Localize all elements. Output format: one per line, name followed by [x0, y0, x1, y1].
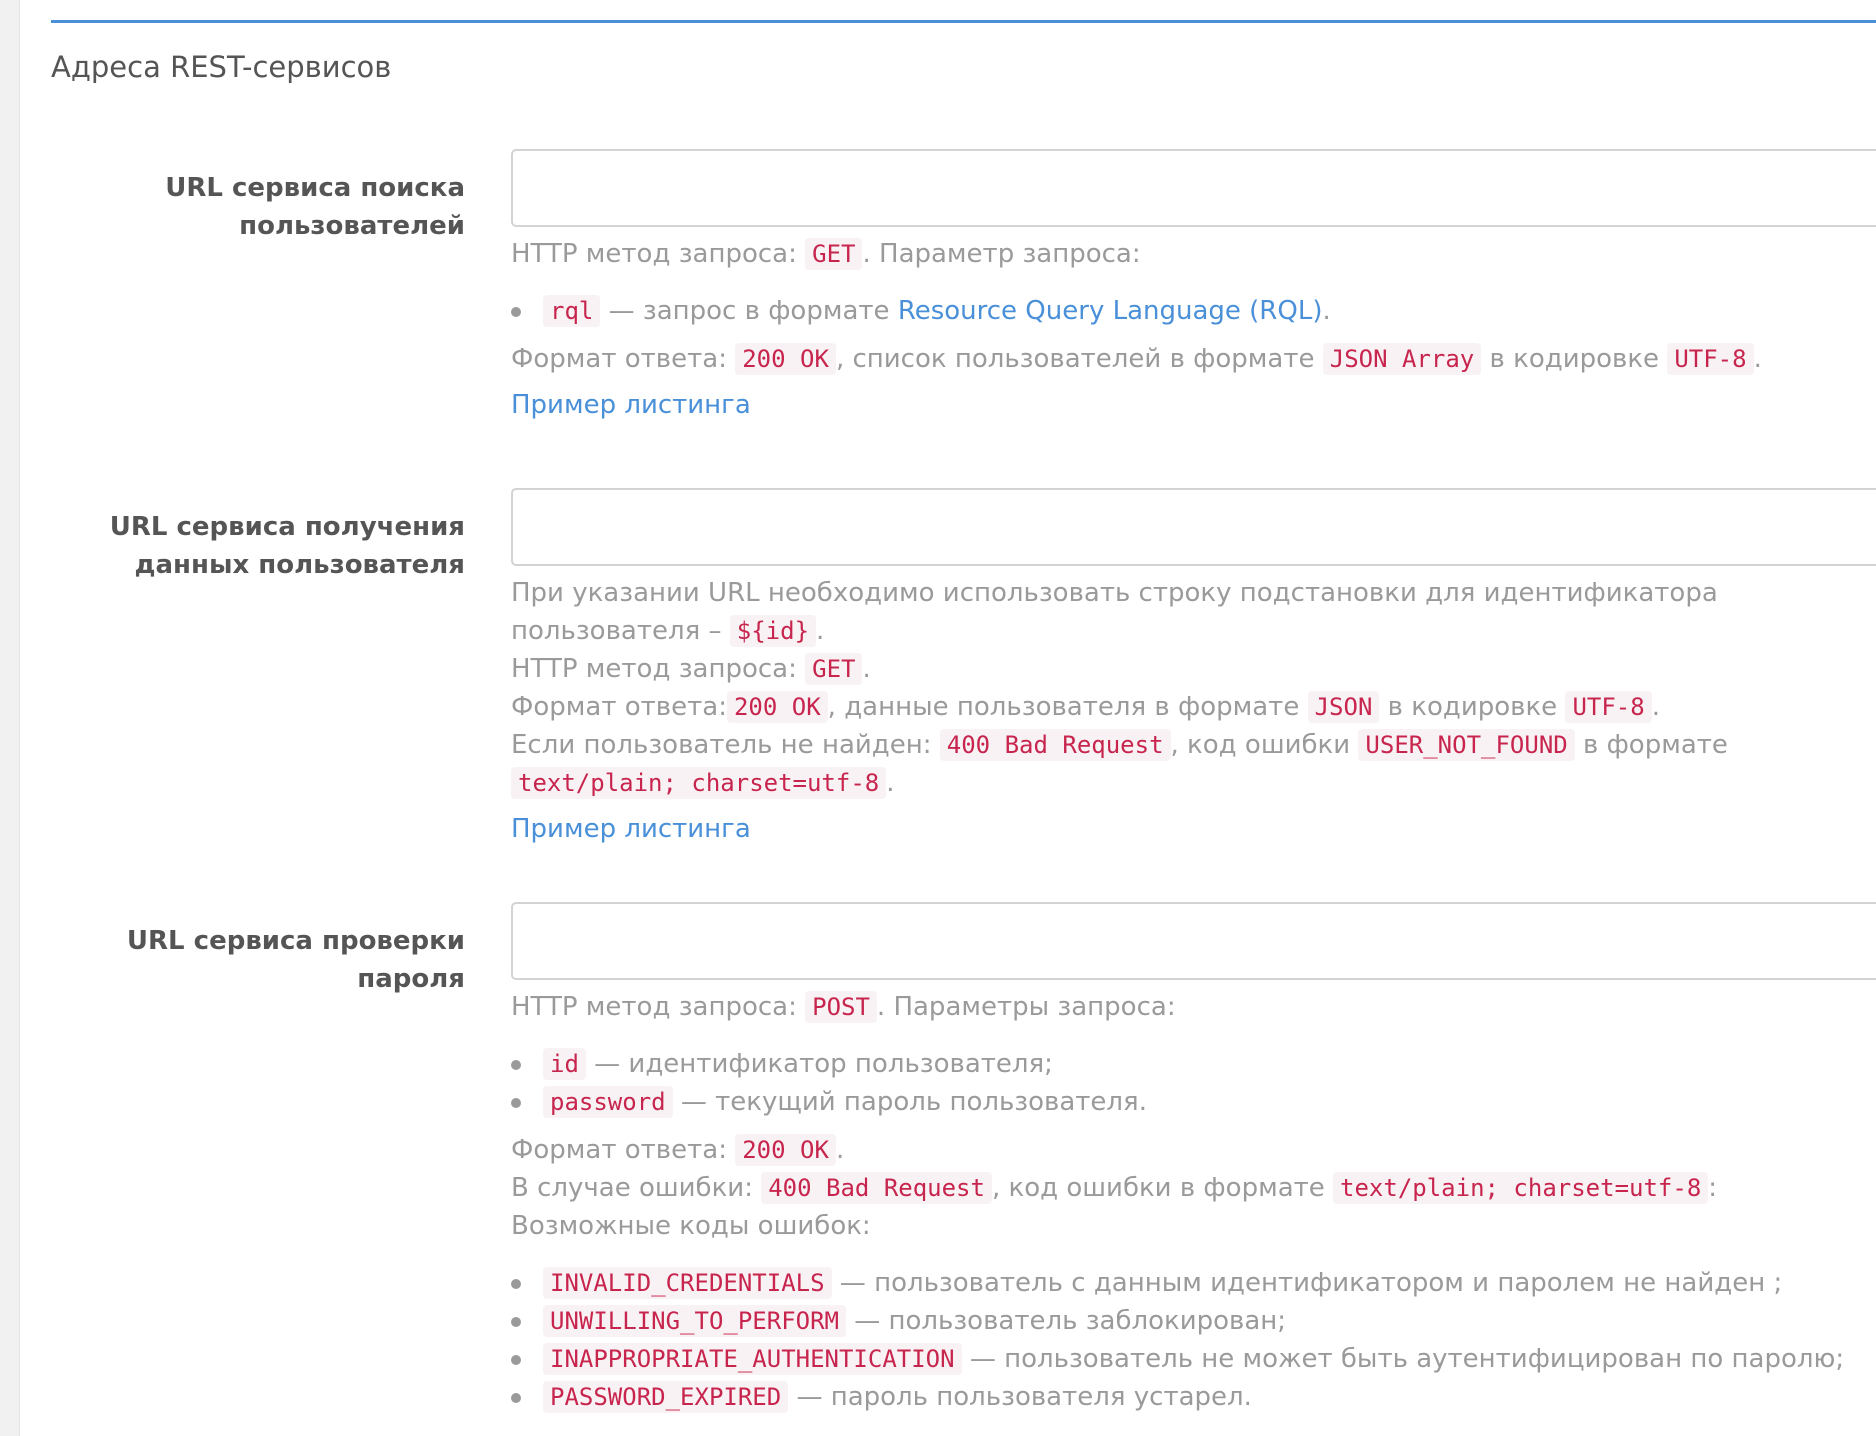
status-code: 200 OK	[735, 1134, 836, 1166]
error-code: USER_NOT_FOUND	[1358, 729, 1575, 761]
status-code: 200 OK	[726, 691, 828, 723]
list-item: password — текущий пароль пользователя.	[511, 1083, 1876, 1121]
password-service-url-input[interactable]	[511, 902, 1876, 980]
method-code: GET	[805, 238, 863, 270]
user-data-service-help: При указании URL необходимо использовать…	[511, 574, 1876, 848]
user-data-service-notfound-line: Если пользователь не найден: 400 Bad Req…	[511, 729, 1728, 799]
section-title: Адреса REST-сервисов	[51, 50, 392, 84]
encoding-code: UTF-8	[1667, 343, 1754, 375]
status-code: 400 Bad Request	[939, 729, 1171, 761]
list-item: INVALID_CREDENTIALS — пользователь с дан…	[511, 1264, 1876, 1302]
password-service-label: URL сервиса проверки пароля	[126, 926, 465, 994]
list-item: id — идентификатор пользователя;	[511, 1045, 1876, 1083]
list-item: PASSWORD_EXPIRED — пароль пользователя у…	[511, 1378, 1876, 1416]
password-service-error-codes: INVALID_CREDENTIALS — пользователь с дан…	[511, 1264, 1876, 1416]
status-code: 200 OK	[735, 343, 836, 375]
user-data-service-url-input[interactable]	[511, 488, 1876, 566]
search-service-control: HTTP метод запроса: GET. Параметр запрос…	[511, 149, 1876, 424]
left-gutter	[0, 0, 20, 1436]
search-service-params: rql — запрос в формате Resource Query La…	[511, 292, 1876, 330]
password-service-help: HTTP метод запроса: POST. Параметры запр…	[511, 988, 1876, 1416]
password-service-response-line: Формат ответа: 200 OK.	[511, 1134, 845, 1166]
error-code: UNWILLING_TO_PERFORM	[543, 1305, 846, 1337]
format-code: JSON Array	[1322, 343, 1482, 375]
search-service-response-line: Формат ответа: 200 OK, список пользовате…	[511, 343, 1762, 375]
rql-docs-link[interactable]: Resource Query Language (RQL)	[898, 296, 1323, 326]
status-code: 400 Bad Request	[761, 1172, 992, 1204]
placeholder-code: ${id}	[729, 615, 817, 647]
format-code: JSON	[1307, 691, 1380, 723]
password-service-method-line: HTTP метод запроса: POST. Параметры запр…	[511, 991, 1176, 1023]
search-service-listing-link[interactable]: Пример листинга	[511, 386, 751, 424]
user-data-service-method-line: HTTP метод запроса: GET.	[511, 653, 871, 685]
method-code: POST	[805, 991, 877, 1023]
error-code: INAPPROPRIATE_AUTHENTICATION	[543, 1343, 962, 1375]
password-service-codes-heading: Возможные коды ошибок:	[511, 1211, 871, 1241]
user-data-service-label: URL сервиса получения данных пользовател…	[109, 512, 465, 580]
rest-services-panel: Адреса REST-сервисов URL сервиса поиска …	[51, 0, 1876, 1436]
error-code: PASSWORD_EXPIRED	[543, 1381, 789, 1413]
encoding-code: UTF-8	[1565, 691, 1652, 723]
password-service-params: id — идентификатор пользователя; passwor…	[511, 1045, 1876, 1121]
password-service-control: HTTP метод запроса: POST. Параметры запр…	[511, 902, 1876, 1416]
param-code: id	[543, 1048, 586, 1080]
search-service-method-line: HTTP метод запроса: GET. Параметр запрос…	[511, 238, 1141, 270]
panel-top-border	[51, 20, 1876, 23]
method-code: GET	[805, 653, 863, 685]
user-data-service-note: При указании URL необходимо использовать…	[511, 578, 1718, 647]
format-code: text/plain; charset=utf-8	[1333, 1172, 1709, 1204]
search-service-url-input[interactable]	[511, 149, 1876, 227]
param-code: rql	[543, 295, 601, 327]
format-code: text/plain; charset=utf-8	[511, 767, 887, 799]
list-item: INAPPROPRIATE_AUTHENTICATION — пользоват…	[511, 1340, 1876, 1378]
list-item: rql — запрос в формате Resource Query La…	[511, 292, 1876, 330]
error-code: INVALID_CREDENTIALS	[543, 1267, 832, 1299]
param-code: password	[543, 1086, 673, 1118]
user-data-service-control: При указании URL необходимо использовать…	[511, 488, 1876, 848]
list-item: UNWILLING_TO_PERFORM — пользователь забл…	[511, 1302, 1876, 1340]
user-data-service-listing-link[interactable]: Пример листинга	[511, 810, 751, 848]
user-data-service-response-line: Формат ответа: 200 OK, данные пользовател…	[511, 691, 1660, 723]
search-service-label: URL сервиса поиска пользователей	[165, 173, 465, 241]
password-service-error-line: В случае ошибки: 400 Bad Request, код ош…	[511, 1172, 1718, 1204]
search-service-help: HTTP метод запроса: GET. Параметр запрос…	[511, 235, 1876, 424]
